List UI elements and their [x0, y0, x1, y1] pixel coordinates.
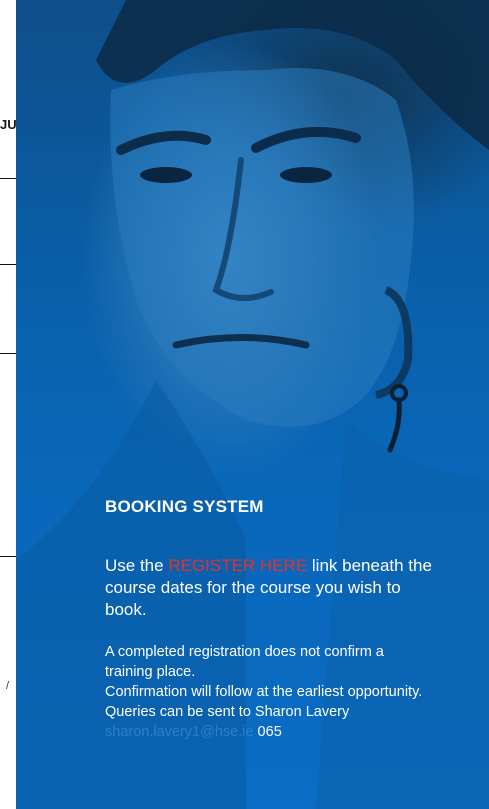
booking-notes: A completed registration does not confir… [105, 642, 435, 742]
booking-title: BOOKING SYSTEM [105, 497, 264, 516]
queries-prefix: Queries can be sent to Sharon Lavery [105, 704, 350, 720]
text-fragment: / [6, 680, 10, 692]
booking-instructions: Use the REGISTER HERE link beneath the c… [105, 555, 435, 621]
table-divider [0, 353, 16, 354]
note-line: Confirmation will follow at the earliest… [105, 684, 423, 700]
note-line: A completed registration does not confir… [105, 644, 384, 680]
table-divider [0, 264, 16, 265]
register-here-link[interactable]: REGISTER HERE [168, 556, 307, 575]
promo-panel: BOOKING SYSTEM Use the REGISTER HERE lin… [16, 0, 489, 809]
queries-suffix: 065 [253, 724, 282, 740]
booking-info: BOOKING SYSTEM Use the REGISTER HERE lin… [105, 497, 465, 740]
lead-prefix: Use the [105, 556, 169, 575]
table-divider [0, 556, 16, 557]
contact-email-link[interactable]: sharon.lavery1@hse.ie [105, 724, 254, 740]
table-divider [0, 178, 16, 179]
